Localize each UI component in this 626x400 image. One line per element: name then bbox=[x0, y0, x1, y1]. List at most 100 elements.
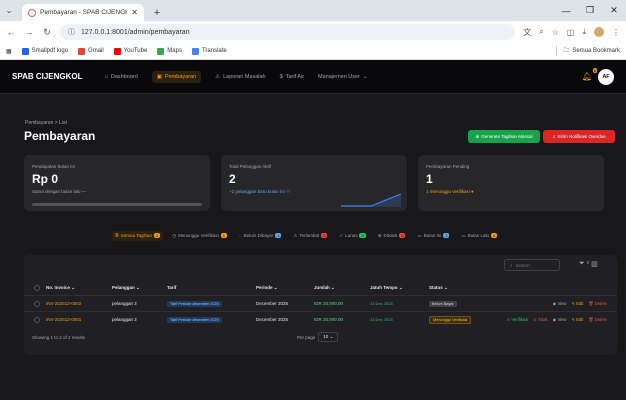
all-bookmarks[interactable]: 🗀 Semua Bookmark bbox=[556, 46, 620, 56]
reject-button[interactable]: ⊘ Tolak bbox=[533, 317, 547, 322]
back-icon[interactable]: ← bbox=[6, 27, 16, 37]
menu-icon[interactable]: ⋮ bbox=[612, 28, 620, 37]
table-row: INV-202512-0001 pelanggan 2 Tarif Period… bbox=[24, 311, 617, 327]
toolbar-right: 文 ⌕ ☆ ◫ ⤓ ⋮ bbox=[523, 27, 620, 38]
col-jatuh-tempo[interactable]: Jatuh Tempo ⌄ bbox=[370, 281, 403, 294]
table-search-input[interactable]: ⌕ Search bbox=[504, 259, 560, 271]
status-badge: Menunggu Verifikasi bbox=[429, 315, 472, 324]
tab-search-icon[interactable]: ⌄ bbox=[0, 0, 18, 21]
table-filter-button[interactable]: ⏷ 0 ▥ bbox=[579, 260, 598, 268]
filter-late[interactable]: ⚠ Terlambat 0 bbox=[290, 231, 330, 241]
extensions-icon[interactable]: ◫ bbox=[567, 28, 575, 37]
smallpdf-icon bbox=[21, 47, 29, 55]
bookmark-maps[interactable]: Maps bbox=[157, 47, 182, 55]
translate-icon[interactable]: 文 bbox=[523, 27, 531, 38]
home-icon: ⌂ bbox=[104, 73, 108, 80]
filter-last-month[interactable]: ▭ Bulan Lalu 0 bbox=[458, 231, 500, 241]
filter-all[interactable]: ≣ Semua Tagihan 2 bbox=[112, 230, 164, 241]
send-overdue-button[interactable]: ♫ Kirim Notifikasi Overdue bbox=[543, 130, 615, 143]
chevron-down-icon: ⌄ bbox=[362, 73, 368, 80]
due-date: 31 Dec 2025 bbox=[370, 301, 393, 306]
filter-pending-verification[interactable]: ◷ Menunggu Verifikasi 1 bbox=[169, 231, 230, 241]
col-tarif: Tarif bbox=[167, 285, 177, 290]
select-all-checkbox[interactable] bbox=[34, 284, 40, 291]
view-button[interactable]: ◉ View bbox=[553, 301, 567, 306]
stat-sub: Sama dengan bulan lalu — bbox=[32, 189, 87, 194]
new-tab-icon[interactable]: + bbox=[148, 4, 166, 21]
site-info-icon[interactable]: ⓘ bbox=[68, 27, 75, 37]
tariff-badge: Tarif Periode desember 2025 bbox=[167, 300, 222, 307]
filter-this-month[interactable]: ▭ Bulan Ini 2 bbox=[414, 231, 452, 241]
brand-logo[interactable]: SPAB CIJENGKOL bbox=[12, 72, 83, 81]
warning-icon: ⚠ bbox=[293, 232, 298, 238]
bookmark-gmail[interactable]: Gmail bbox=[78, 47, 104, 55]
app-topbar: SPAB CIJENGKOL ⌂ Dashboard ▣ Pembayaran ⚠ L… bbox=[0, 60, 626, 94]
nav-dashboard[interactable]: ⌂ Dashboard bbox=[105, 74, 138, 80]
per-page-label: Per page bbox=[297, 334, 316, 340]
nav-laporan-masalah[interactable]: ⚠ Laporan Masalah bbox=[215, 74, 265, 80]
col-jumlah[interactable]: Jumlah ⌄ bbox=[314, 281, 335, 294]
tariff-badge: Tarif Periode desember 2025 bbox=[167, 316, 222, 323]
url-bar[interactable]: ⓘ 127.0.0.1:8001/admin/pembayaran bbox=[60, 24, 516, 40]
notification-badge: 1 bbox=[592, 68, 597, 73]
profile-avatar[interactable] bbox=[594, 27, 604, 37]
bell-icon[interactable]: 🔔︎ 1 bbox=[582, 68, 597, 81]
nav-pembayaran[interactable]: ▣ Pembayaran bbox=[151, 70, 202, 83]
invoice-number[interactable]: INV-202512-0001 bbox=[46, 312, 81, 327]
nav-manajemen-user[interactable]: Manajemen User ⌄ bbox=[318, 74, 368, 80]
stat-sub: 1 menunggu verifikasi ● bbox=[426, 189, 474, 194]
close-tab-icon[interactable]: ✕ bbox=[131, 8, 138, 17]
delete-button[interactable]: 🗑︎ Delete bbox=[588, 317, 607, 323]
filter-unpaid[interactable]: ◌ Belum Dibayar 1 bbox=[236, 231, 284, 240]
close-window-icon[interactable]: ✕ bbox=[602, 5, 626, 16]
edit-button[interactable]: ✎ Edit bbox=[572, 317, 584, 322]
bookmark-star-icon[interactable]: ☆ bbox=[552, 28, 559, 37]
per-page-select[interactable]: Per page 10 ⌄ bbox=[297, 332, 339, 342]
browser-tab[interactable]: Pembayaran - SPAB CIJENGKOL ✕ bbox=[22, 4, 144, 21]
stat-trend-bar bbox=[32, 203, 202, 206]
period: December 2025 bbox=[256, 301, 289, 306]
breadcrumb[interactable]: Pembayaran > List bbox=[25, 120, 67, 126]
translate-bm-icon bbox=[191, 47, 199, 55]
col-pelanggan[interactable]: Pelanggan ⌄ bbox=[112, 281, 140, 294]
edit-button[interactable]: ✎ Edit bbox=[572, 301, 584, 306]
forward-icon[interactable]: → bbox=[24, 27, 34, 37]
period: December 2025 bbox=[256, 317, 289, 322]
payments-table: ⌕ Search ⏷ 0 ▥ No. Invoice ⌄ Pelanggan ⌄ Ta… bbox=[24, 255, 617, 355]
reload-icon[interactable]: ↻ bbox=[42, 27, 52, 38]
check-icon: ✓ bbox=[339, 232, 344, 238]
col-invoice[interactable]: No. Invoice ⌄ bbox=[46, 281, 75, 294]
sparkline bbox=[341, 193, 401, 207]
maximize-icon[interactable]: ❐ bbox=[578, 5, 602, 16]
filter-rejected[interactable]: ⊗ Ditolak 0 bbox=[375, 231, 409, 241]
results-summary: Showing 1 to 2 of 2 results bbox=[32, 334, 86, 340]
apps-icon[interactable]: ▦ bbox=[6, 48, 12, 55]
users-icon: ⚇ bbox=[285, 189, 290, 194]
user-avatar[interactable]: AF bbox=[598, 68, 614, 85]
stat-card-customers: Total Pelanggan Aktif 2 +2 pelanggan bar… bbox=[221, 155, 407, 211]
bookmark-translate[interactable]: Translate bbox=[191, 47, 227, 55]
bookmark-smallpdf[interactable]: Smallpdf logo bbox=[21, 47, 68, 55]
col-status[interactable]: Status ⌄ bbox=[429, 281, 448, 294]
topbar-right: 🔔︎ 1 AF bbox=[582, 68, 614, 85]
download-icon[interactable]: ⤓ bbox=[582, 27, 586, 37]
stat-card-pending: Pembayaran Pending 1 1 menunggu verifika… bbox=[418, 155, 604, 211]
generate-bills-button[interactable]: ⊕ Generate Tagihan Massal bbox=[468, 130, 540, 143]
col-periode[interactable]: Periode ⌄ bbox=[256, 281, 278, 294]
invoice-number[interactable]: INV-202512-0002 bbox=[46, 296, 81, 311]
row-checkbox[interactable] bbox=[34, 300, 40, 307]
delete-button[interactable]: 🗑︎ Delete bbox=[588, 301, 607, 307]
verify-button[interactable]: ⊙ Verifikasi bbox=[507, 317, 528, 322]
minimize-icon[interactable]: — bbox=[554, 6, 578, 16]
zoom-icon[interactable]: ⌕ bbox=[539, 27, 543, 37]
nav-tarif-air[interactable]: $ Tarif Air bbox=[280, 74, 304, 80]
filter-paid[interactable]: ✓ Lunas 0 bbox=[336, 231, 368, 241]
view-button[interactable]: ◉ View bbox=[553, 317, 567, 322]
filter-count: 0 bbox=[586, 260, 590, 265]
stat-value: 1 bbox=[426, 172, 433, 186]
per-page-value[interactable]: 10 ⌄ bbox=[318, 332, 339, 342]
row-checkbox[interactable] bbox=[34, 316, 40, 323]
tab-title: Pembayaran - SPAB CIJENGKOL bbox=[40, 9, 127, 16]
bookmark-youtube[interactable]: YouTube bbox=[113, 47, 147, 55]
stat-value: 2 bbox=[229, 172, 236, 186]
